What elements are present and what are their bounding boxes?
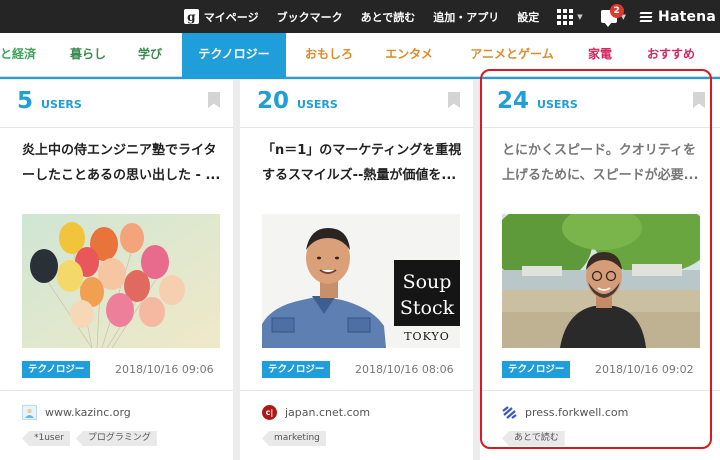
user-tags: marketing: [262, 431, 332, 446]
mypage-link[interactable]: g マイページ: [183, 9, 259, 25]
users-count[interactable]: 24 USERS: [497, 88, 578, 114]
category-tag[interactable]: テクノロジー: [502, 361, 571, 378]
users-label: USERS: [41, 98, 82, 111]
hatena-logo[interactable]: Hatena: [639, 8, 716, 25]
bookmark-link[interactable]: ブックマーク: [277, 9, 343, 25]
hatena-g-icon: g: [183, 9, 199, 24]
grid-icon: [557, 8, 574, 25]
divider: [480, 390, 720, 391]
add-apps-link[interactable]: 追加・アプリ: [433, 9, 499, 25]
entry-domain[interactable]: www.kazinc.org: [22, 405, 131, 420]
bookmark-ribbon-icon[interactable]: [693, 92, 705, 108]
divider: [0, 127, 233, 128]
entry-domain[interactable]: c| japan.cnet.com: [262, 405, 370, 420]
users-count[interactable]: 20 USERS: [257, 88, 338, 114]
category-tab-anime-game[interactable]: アニメとゲーム: [460, 33, 564, 77]
sign-text-line1: Soup: [403, 271, 452, 293]
entry-title[interactable]: とにかくスピード。クオリティを上げるために、スピードが必要...: [502, 138, 702, 188]
category-tab-learning[interactable]: 学び: [128, 33, 172, 77]
users-count[interactable]: 5 USERS: [17, 88, 82, 114]
sign-text-line2: Stock: [400, 297, 455, 319]
category-tab-life[interactable]: 暮らし: [56, 33, 120, 77]
brand-name: Hatena: [658, 8, 716, 25]
user-tag[interactable]: marketing: [262, 431, 326, 446]
entry-title[interactable]: 「n＝1」のマーケティングを重視するスマイルズ--熱量が価値を...: [262, 138, 462, 188]
service-menu-button[interactable]: ▼: [557, 8, 583, 25]
divider: [0, 390, 233, 391]
user-tags: あとで読む: [502, 431, 571, 446]
domain-text: press.forkwell.com: [525, 406, 629, 419]
hatena-stripes-icon: [639, 11, 654, 23]
divider: [240, 127, 473, 128]
category-tag[interactable]: テクノロジー: [262, 361, 331, 378]
users-number: 5: [17, 88, 34, 114]
entry-domain[interactable]: press.forkwell.com: [502, 405, 628, 420]
entry-thumbnail[interactable]: Soup Stock TOKYO: [262, 214, 460, 348]
entry-date: 2018/10/16 09:02: [595, 363, 694, 376]
notification-badge: 2: [609, 4, 624, 18]
category-tab-appliances[interactable]: 家電: [580, 33, 620, 77]
caret-down-icon: ▼: [577, 12, 583, 21]
users-label: USERS: [297, 98, 338, 111]
category-tag[interactable]: テクノロジー: [22, 361, 91, 378]
notification-button[interactable]: 2 ▼: [600, 4, 626, 27]
bookmark-ribbon-icon[interactable]: [448, 92, 460, 108]
site-favicon-icon: c|: [262, 405, 277, 420]
users-number: 20: [257, 88, 290, 114]
entry-card[interactable]: 5 USERS 炎上中の侍エンジニア塾でライターしたことあるの思い出した - .…: [0, 80, 233, 460]
category-tab-fun[interactable]: おもしろ: [296, 33, 362, 77]
users-label: USERS: [537, 98, 578, 111]
category-tab-technology[interactable]: テクノロジー: [182, 33, 286, 77]
user-tag[interactable]: *1user: [22, 431, 70, 446]
user-tags: *1user プログラミング: [22, 431, 163, 446]
category-tab-economy[interactable]: と経済: [0, 33, 42, 77]
category-underline: [0, 77, 720, 79]
entry-date: 2018/10/16 09:06: [115, 363, 214, 376]
sign-text-line3: TOKYO: [404, 330, 450, 343]
entry-date: 2018/10/16 08:06: [355, 363, 454, 376]
global-header: g マイページ ブックマーク あとで読む 追加・アプリ 設定 ▼ 2 ▼ Hat…: [0, 0, 720, 33]
user-tag[interactable]: プログラミング: [75, 431, 157, 446]
entry-thumbnail[interactable]: [502, 214, 700, 348]
category-nav: と経済 暮らし 学び テクノロジー おもしろ エンタメ アニメとゲーム 家電 お…: [0, 33, 720, 77]
user-tag[interactable]: あとで読む: [502, 431, 565, 446]
users-number: 24: [497, 88, 530, 114]
category-tab-recommended[interactable]: おすすめ: [636, 33, 706, 77]
read-later-link[interactable]: あとで読む: [361, 9, 416, 25]
bookmark-ribbon-icon[interactable]: [208, 92, 220, 108]
entry-title[interactable]: 炎上中の侍エンジニア塾でライターしたことあるの思い出した - ...: [22, 138, 222, 188]
divider: [480, 127, 720, 128]
domain-text: japan.cnet.com: [285, 406, 371, 419]
entry-card[interactable]: 24 USERS とにかくスピード。クオリティを上げるために、スピードが必要..…: [480, 80, 720, 460]
settings-link[interactable]: 設定: [517, 9, 539, 25]
domain-text: www.kazinc.org: [45, 406, 131, 419]
entry-card[interactable]: 20 USERS 「n＝1」のマーケティングを重視するスマイルズ--熱量が価値を…: [240, 80, 473, 460]
site-favicon-icon: [502, 405, 517, 420]
site-favicon-icon: [22, 405, 37, 420]
entry-thumbnail[interactable]: [22, 214, 220, 348]
category-tab-entertainment[interactable]: エンタメ: [374, 33, 444, 77]
mypage-label: マイページ: [203, 10, 259, 24]
divider: [240, 390, 473, 391]
